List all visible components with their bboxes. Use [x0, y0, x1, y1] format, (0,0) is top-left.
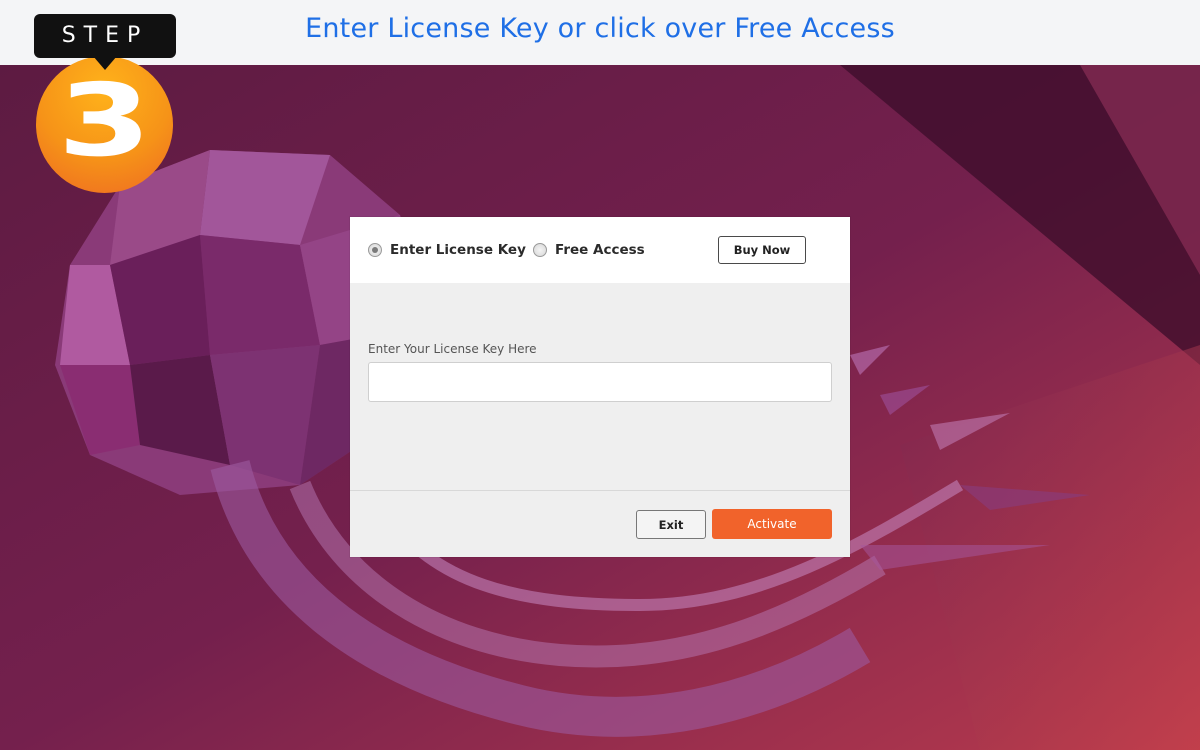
radio-label-free-access: Free Access: [555, 242, 645, 258]
step-pointer-arrow: [93, 56, 117, 70]
radio-checked-icon[interactable]: [368, 243, 382, 257]
instruction-banner: Enter License Key or click over Free Acc…: [0, 0, 1200, 65]
license-dialog: Enter License Key Free Access Buy Now En…: [350, 217, 850, 557]
step-number: 3: [57, 62, 152, 179]
activate-button[interactable]: Activate: [712, 509, 832, 539]
radio-free-access[interactable]: Free Access: [533, 242, 645, 258]
radio-unchecked-icon[interactable]: [533, 243, 547, 257]
footer-divider: [350, 490, 850, 491]
exit-button[interactable]: Exit: [636, 510, 706, 539]
license-key-label: Enter Your License Key Here: [368, 342, 537, 356]
screen: Enter License Key or click over Free Acc…: [0, 0, 1200, 750]
radio-enter-license-key[interactable]: Enter License Key: [368, 242, 526, 258]
buy-now-button[interactable]: Buy Now: [718, 236, 806, 264]
step-label: STEP: [34, 14, 176, 58]
step-number-badge: 3: [36, 56, 173, 193]
dialog-header: Enter License Key Free Access Buy Now: [350, 217, 850, 283]
radio-label-enter-license-key: Enter License Key: [390, 242, 526, 258]
instruction-title: Enter License Key or click over Free Acc…: [305, 13, 895, 44]
license-key-input[interactable]: [368, 362, 832, 402]
